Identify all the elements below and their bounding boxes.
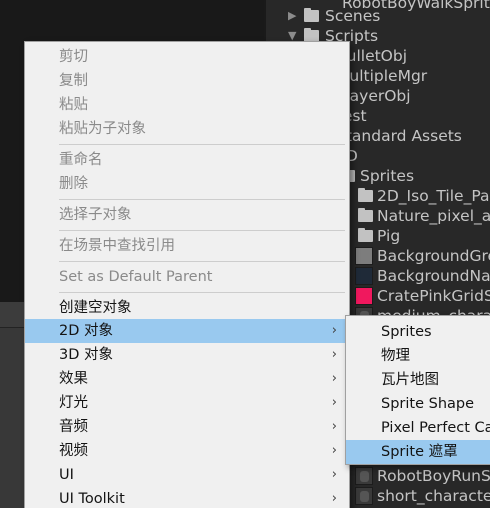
menu-item-copy[interactable]: 复制 <box>25 69 349 93</box>
menu-item-2d-object[interactable]: 2D 对象 › <box>25 319 349 343</box>
menu-item-set-default-parent[interactable]: Set as Default Parent <box>25 265 349 289</box>
submenu-item-pixel-perfect-camera[interactable]: Pixel Perfect Camera <box>346 416 490 440</box>
menu-item-label: 3D 对象 <box>59 347 113 363</box>
folder-icon <box>358 208 373 222</box>
menu-item-ui[interactable]: UI › <box>25 463 349 487</box>
menu-item-label: 视频 <box>59 443 88 459</box>
menu-item-find-references[interactable]: 在场景中查找引用 <box>25 234 349 258</box>
submenu-item-physics[interactable]: 物理 <box>346 344 490 368</box>
sprite-thumbnail <box>355 487 373 505</box>
chevron-right-icon: › <box>331 491 337 506</box>
menu-item-audio[interactable]: 音频 › <box>25 415 349 439</box>
menu-item-label: 灯光 <box>59 395 88 411</box>
chevron-right-icon: › <box>331 347 337 362</box>
menu-separator <box>59 230 345 231</box>
menu-separator <box>59 199 345 200</box>
menu-item-cut[interactable]: 剪切 <box>25 45 349 69</box>
folder-icon <box>304 8 319 22</box>
submenu-item-sprite-shape[interactable]: Sprite Shape <box>346 392 490 416</box>
menu-item-light[interactable]: 灯光 › <box>25 391 349 415</box>
menu-separator <box>59 144 345 145</box>
folder-icon <box>358 188 373 202</box>
menu-separator <box>59 292 345 293</box>
menu-item-label: 2D 对象 <box>59 323 113 339</box>
menu-item-label: UI <box>59 467 74 483</box>
chevron-right-icon: › <box>331 419 337 434</box>
menu-item-paste-as-child[interactable]: 粘贴为子对象 <box>25 117 349 141</box>
menu-item-select-children[interactable]: 选择子对象 <box>25 203 349 227</box>
sprite-thumbnail <box>355 267 373 285</box>
menu-item-rename[interactable]: 重命名 <box>25 148 349 172</box>
chevron-right-icon: › <box>331 467 337 482</box>
menu-item-effects[interactable]: 效果 › <box>25 367 349 391</box>
chevron-right-icon: › <box>331 443 337 458</box>
menu-item-label: UI Toolkit <box>59 491 125 507</box>
sprite-thumbnail <box>355 247 373 265</box>
menu-item-label: 音频 <box>59 419 88 435</box>
menu-item-delete[interactable]: 删除 <box>25 172 349 196</box>
submenu-item-sprite-mask[interactable]: Sprite 遮罩 <box>346 440 490 464</box>
context-menu: 剪切 复制 粘贴 粘贴为子对象 重命名 删除 选择子对象 在场景中查找引用 Se… <box>24 41 350 508</box>
submenu-2d-object: Sprites 物理 瓦片地图 Sprite Shape Pixel Perfe… <box>345 315 490 465</box>
chevron-right-icon[interactable]: ▶ <box>288 6 302 26</box>
submenu-item-tilemap[interactable]: 瓦片地图 <box>346 368 490 392</box>
chevron-right-icon: › <box>331 323 337 338</box>
sprite-thumbnail <box>355 287 373 305</box>
menu-separator <box>59 261 345 262</box>
menu-item-video[interactable]: 视频 › <box>25 439 349 463</box>
chevron-right-icon: › <box>331 371 337 386</box>
submenu-item-sprites[interactable]: Sprites <box>346 320 490 344</box>
menu-item-ui-toolkit[interactable]: UI Toolkit › <box>25 487 349 508</box>
menu-item-label: 效果 <box>59 371 88 387</box>
menu-item-paste[interactable]: 粘贴 <box>25 93 349 117</box>
sprite-thumbnail <box>355 467 373 485</box>
menu-item-3d-object[interactable]: 3D 对象 › <box>25 343 349 367</box>
folder-icon <box>358 228 373 242</box>
chevron-right-icon: › <box>331 395 337 410</box>
menu-item-create-empty[interactable]: 创建空对象 <box>25 296 349 320</box>
